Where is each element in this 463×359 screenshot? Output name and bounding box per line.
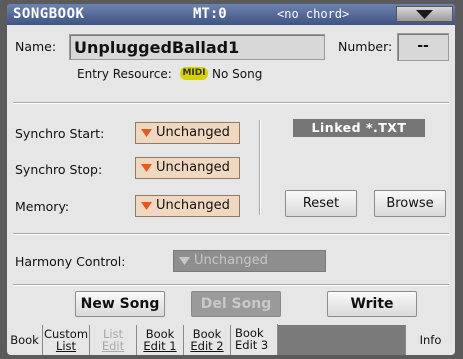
page-menu-button[interactable] <box>396 6 453 22</box>
synchro-stop-label: Synchro Stop: <box>15 162 103 177</box>
tab-label: Book <box>10 333 39 347</box>
number-field[interactable]: -- <box>397 33 449 61</box>
dropdown-arrow-icon <box>141 129 152 137</box>
master-transpose: MT:0 <box>193 6 227 22</box>
dropdown-value: Unchanged <box>156 160 230 175</box>
title-bar: SONGBOOK MT:0 <no chord> <box>7 4 455 25</box>
tab-list-edit[interactable]: List Edit <box>90 325 137 355</box>
browse-button[interactable]: Browse <box>374 190 446 217</box>
vertical-divider <box>259 120 261 215</box>
dropdown-arrow-icon <box>141 202 152 210</box>
synchro-start-dropdown[interactable]: Unchanged <box>135 122 240 144</box>
dropdown-value: Unchanged <box>194 253 268 268</box>
number-label: Number: <box>338 39 393 54</box>
chevron-down-icon <box>416 10 433 19</box>
linked-txt-header: Linked *.TXT <box>293 119 425 137</box>
dropdown-value: Unchanged <box>156 125 230 140</box>
entry-resource-label: Entry Resource: <box>77 67 172 81</box>
tab-label-line2: Edit <box>101 339 125 353</box>
tab-custom-list[interactable]: Custom List <box>43 325 90 355</box>
harmony-control-dropdown: Unchanged <box>173 250 326 272</box>
reset-button[interactable]: Reset <box>285 190 357 217</box>
synchro-stop-dropdown[interactable]: Unchanged <box>135 157 240 179</box>
name-label: Name: <box>15 39 57 54</box>
tab-info[interactable]: Info <box>405 325 455 355</box>
dropdown-arrow-icon <box>179 257 190 265</box>
synchro-start-label: Synchro Start: <box>15 126 105 141</box>
tab-label-line2: Edit 2 <box>190 339 224 353</box>
dropdown-arrow-icon <box>141 164 152 172</box>
tab-book-edit-3[interactable]: Book Edit 3 <box>231 324 278 355</box>
tab-book-edit-1[interactable]: Book Edit 1 <box>137 325 184 355</box>
entry-resource-value: No Song <box>212 67 263 81</box>
del-song-button: Del Song <box>191 291 281 317</box>
name-field[interactable]: UnpluggedBallad1 <box>69 34 325 60</box>
divider <box>13 233 449 235</box>
new-song-button[interactable]: New Song <box>75 291 165 317</box>
tab-bar: Book Custom List List Edit Book Edit 1 B… <box>7 324 455 355</box>
memory-dropdown[interactable]: Unchanged <box>135 195 240 217</box>
songbook-window: SONGBOOK MT:0 <no chord> Name: Unplugged… <box>7 4 455 355</box>
midi-badge: MIDI <box>180 67 208 80</box>
divider <box>13 102 449 104</box>
tab-label-line2: Edit 3 <box>235 338 269 352</box>
memory-label: Memory: <box>15 199 70 214</box>
divider <box>13 284 449 286</box>
tab-label-line2: Edit 1 <box>143 339 177 353</box>
dropdown-value: Unchanged <box>156 198 230 213</box>
page-title: SONGBOOK <box>13 6 85 22</box>
tab-book[interactable]: Book <box>7 325 43 355</box>
harmony-control-label: Harmony Control: <box>15 254 126 269</box>
write-button[interactable]: Write <box>327 291 417 317</box>
tab-label: Info <box>419 333 442 347</box>
tab-label-line2: List <box>55 339 77 353</box>
tab-book-edit-2[interactable]: Book Edit 2 <box>184 325 231 355</box>
chord-display: <no chord> <box>277 7 350 21</box>
